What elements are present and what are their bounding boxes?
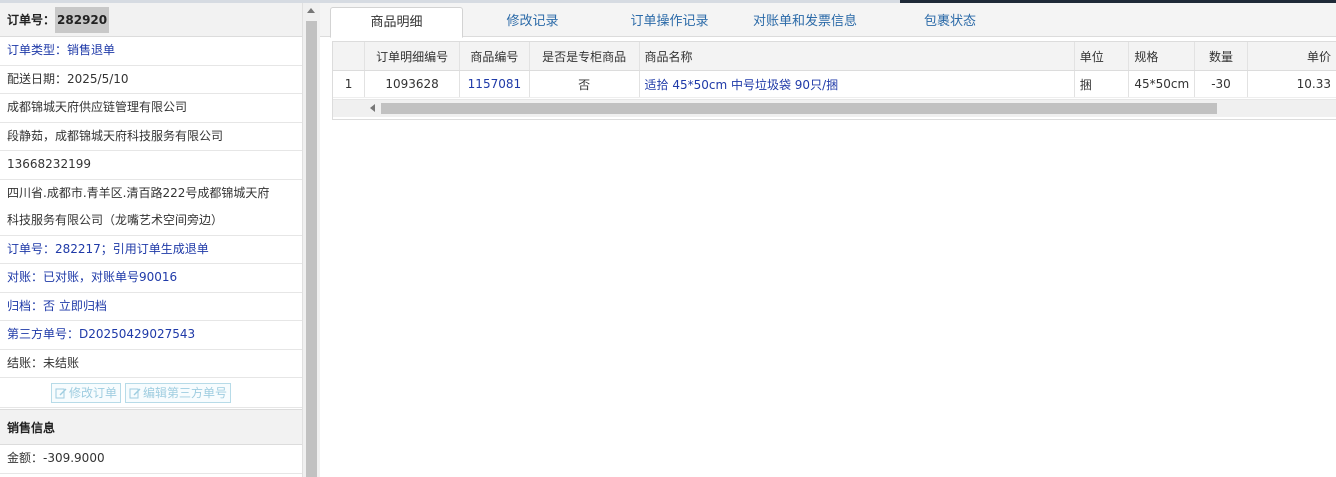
order-info-panel: 订单号： 282920 订单类型：销售退单 配送日期：2025/5/10 成都锦城… [0, 3, 302, 477]
edit-order-label: 修改订单 [69, 386, 118, 400]
action-buttons: 修改订单 编辑第三方单号 [0, 378, 302, 408]
tab-modification-log[interactable]: 修改记录 [480, 7, 585, 36]
detail-panel: 商品明细 修改记录 订单操作记录 对账单和发票信息 包裹状态 订单明细编号 商品… [320, 3, 1336, 477]
edit-icon [55, 388, 67, 398]
cell-index: 1 [333, 70, 366, 98]
table-header-row: 订单明细编号 商品编号 是否是专柜商品 商品名称 单位 规格 数量 单价 [333, 42, 1336, 71]
edit-third-party-label: 编辑第三方单号 [143, 386, 228, 400]
col-unit-price[interactable]: 单价 [1247, 42, 1336, 71]
cell-unit: 捆 [1074, 70, 1130, 98]
scroll-left-icon[interactable] [370, 104, 375, 112]
left-panel-scrollbar[interactable] [302, 3, 320, 477]
archive-status[interactable]: 归档：否 立即归档 [0, 293, 302, 321]
address-line-2: 科技服务有限公司（龙嘴艺术空间旁边） [0, 207, 302, 236]
delivery-date: 配送日期：2025/5/10 [0, 66, 302, 94]
tab-package-status[interactable]: 包裹状态 [900, 7, 1000, 36]
cell-counter-product: 否 [529, 70, 640, 98]
table-horizontal-scrollbar[interactable] [333, 99, 1336, 117]
sales-amount: 金额：-309.9000 [0, 445, 302, 474]
reconciliation-status[interactable]: 对账：已对账，对账单号90016 [0, 264, 302, 293]
cell-unit-price: 10.33 [1247, 70, 1336, 98]
cell-product-code[interactable]: 1157081 [459, 70, 530, 98]
scroll-up-icon[interactable] [307, 8, 315, 13]
order-number[interactable]: 282920 [55, 6, 110, 33]
contact-company: 段静茹，成都锦城天府科技服务有限公司 [0, 123, 302, 151]
table-row[interactable]: 1 1093628 1157081 否 适拾 45*50cm 中号垃圾袋 90只… [333, 70, 1336, 98]
tab-order-operation-log[interactable]: 订单操作记录 [602, 7, 737, 36]
reference-order[interactable]: 订单号：282217；引用订单生成退单 [0, 236, 302, 264]
tab-product-details[interactable]: 商品明细 [330, 7, 463, 38]
settlement-status: 结账：未结账 [0, 350, 302, 378]
edit-order-button[interactable]: 修改订单 [51, 382, 122, 403]
cell-spec: 45*50cm [1128, 70, 1196, 98]
scrollbar-thumb[interactable] [381, 103, 1217, 114]
edit-icon [129, 388, 141, 398]
tab-bar: 商品明细 修改记录 订单操作记录 对账单和发票信息 包裹状态 [320, 3, 1336, 38]
col-quantity[interactable]: 数量 [1194, 42, 1248, 71]
contact-phone: 13668232199 [0, 151, 302, 180]
col-detail-id[interactable]: 订单明细编号 [364, 42, 460, 71]
tab-invoice-info[interactable]: 对账单和发票信息 [740, 7, 870, 36]
supplier-name: 成都锦城天府供应链管理有限公司 [0, 94, 302, 123]
col-product-code[interactable]: 商品编号 [459, 42, 530, 71]
product-table: 订单明细编号 商品编号 是否是专柜商品 商品名称 单位 规格 数量 单价 1 1… [332, 41, 1336, 120]
col-counter-product[interactable]: 是否是专柜商品 [529, 42, 640, 71]
edit-third-party-button[interactable]: 编辑第三方单号 [125, 382, 232, 403]
cell-detail-id: 1093628 [364, 70, 460, 98]
cell-product-name[interactable]: 适拾 45*50cm 中号垃圾袋 90只/捆 [639, 70, 1075, 98]
order-header-label: 订单号： [7, 13, 56, 27]
cell-quantity: -30 [1194, 70, 1248, 98]
sales-info-header: 销售信息 [0, 409, 302, 445]
col-product-name[interactable]: 商品名称 [639, 42, 1075, 71]
col-spec[interactable]: 规格 [1128, 42, 1196, 71]
order-type: 订单类型：销售退单 [0, 37, 302, 66]
third-party-number: 第三方单号：D20250429027543 [0, 321, 302, 350]
address-line-1: 四川省.成都市.青羊区.清百路222号成都锦城天府 [7, 185, 270, 200]
order-header: 订单号： 282920 [0, 3, 302, 37]
col-unit[interactable]: 单位 [1074, 42, 1130, 71]
col-index [333, 42, 366, 71]
scrollbar-thumb[interactable] [306, 21, 317, 477]
